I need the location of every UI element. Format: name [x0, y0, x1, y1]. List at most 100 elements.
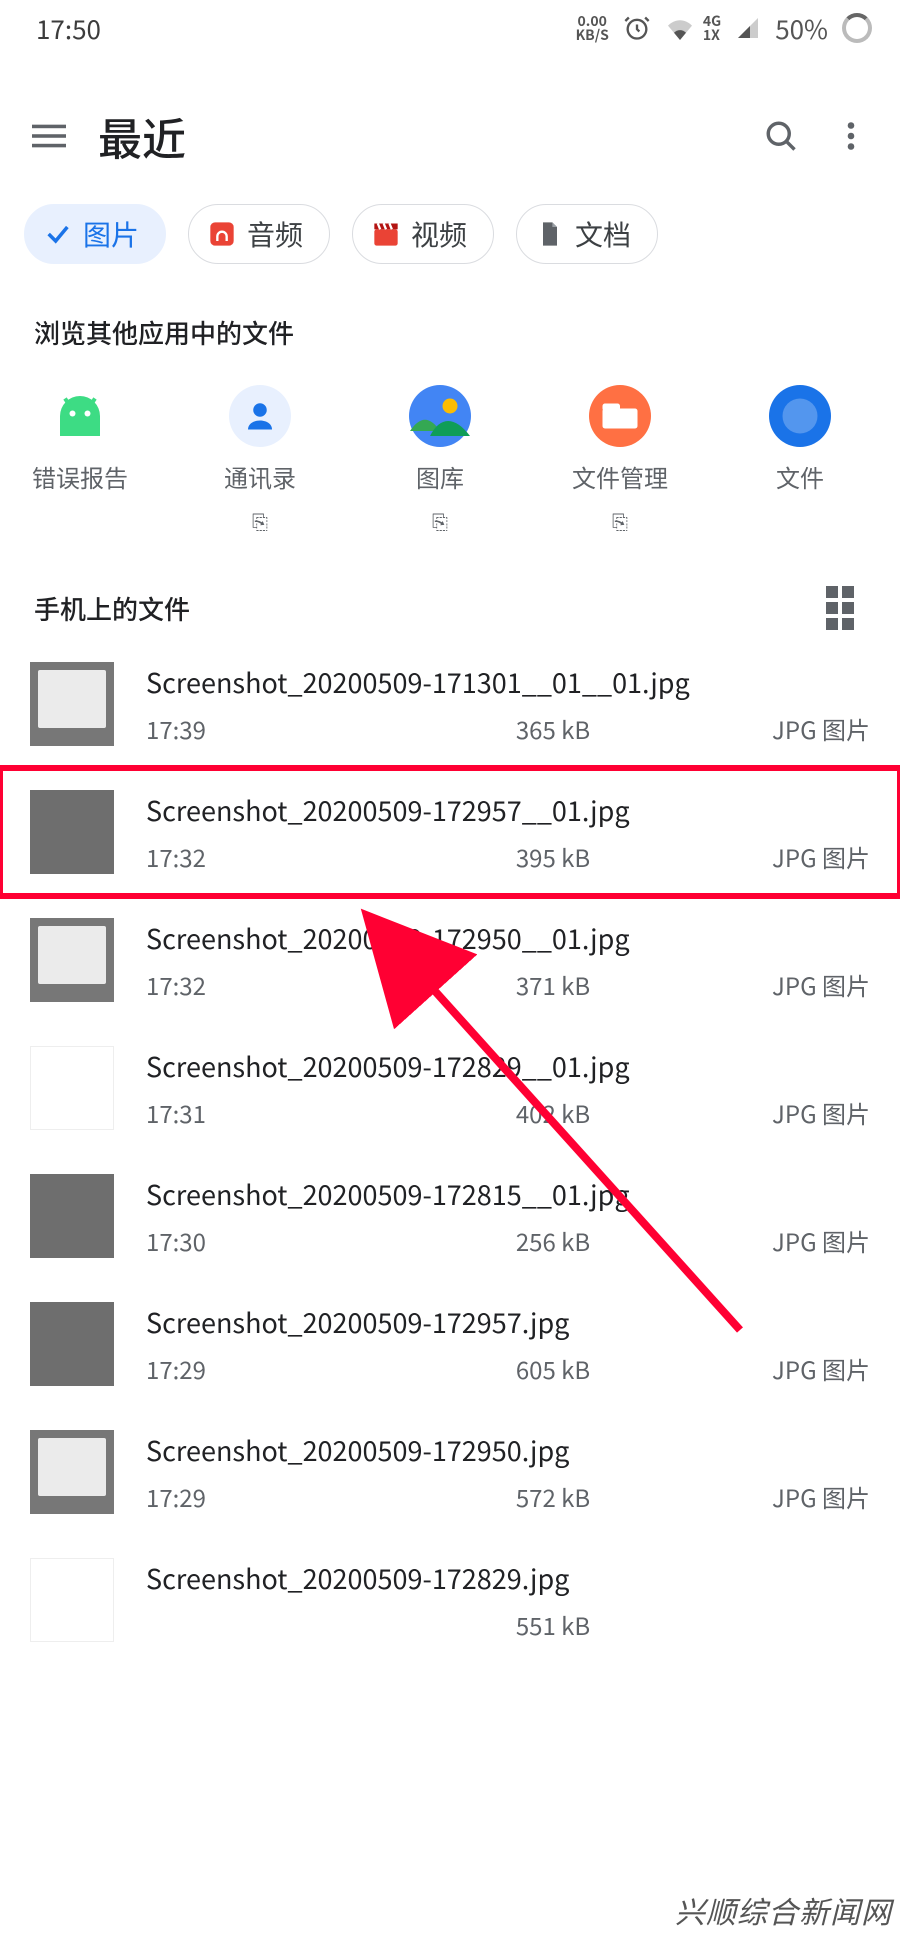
file-time: 17:32 [146, 839, 366, 874]
file-row[interactable]: Screenshot_20200509-172950.jpg 17:29572 k… [0, 1408, 900, 1536]
section-phone-files-label: 手机上的文件 [34, 590, 190, 627]
file-thumbnail [30, 1046, 114, 1130]
file-meta: Screenshot_20200509-172815__01.jpg 17:302… [146, 1174, 870, 1258]
file-time: 17:29 [146, 1479, 366, 1514]
file-size: 551 kB [366, 1607, 740, 1642]
alarm-icon [623, 14, 651, 42]
file-size: 256 kB [366, 1223, 740, 1258]
file-row[interactable]: Screenshot_20200509-172829__01.jpg17:314… [0, 1024, 900, 1152]
page-title: 最近 [98, 104, 186, 168]
section-phone-files: 手机上的文件 [0, 564, 900, 640]
app-source-files[interactable]: 文件 [710, 385, 890, 534]
watermark: 兴顺综合新闻网 [667, 1886, 900, 1934]
external-icon: ⎘ [432, 506, 448, 534]
file-type: JPG 图片 [740, 1223, 870, 1258]
file-type: JPG 图片 [740, 1479, 870, 1514]
external-icon: ⎘ [612, 506, 628, 534]
filter-chips: 图片 音频 视频 文档 [0, 186, 900, 292]
file-size: 605 kB [366, 1351, 740, 1386]
app-source-label: 通讯录 [224, 459, 296, 494]
app-bar: 最近 [0, 86, 900, 186]
file-type: JPG 图片 [740, 967, 870, 1002]
file-thumbnail [30, 1558, 114, 1642]
app-source-contacts[interactable]: 通讯录 ⎘ [170, 385, 350, 534]
file-time: 17:32 [146, 967, 366, 1002]
file-list: Screenshot_20200509-171301__01__01.jpg17… [0, 640, 900, 1664]
chip-docs-label: 文档 [575, 214, 631, 254]
file-type: JPG 图片 [740, 711, 870, 746]
file-time [146, 1607, 366, 1642]
app-source-filemanager[interactable]: 文件管理 ⎘ [530, 385, 710, 534]
file-type: JPG 图片 [740, 1351, 870, 1386]
app-source-label: 图库 [416, 459, 464, 494]
file-thumbnail [30, 1302, 114, 1386]
chip-docs[interactable]: 文档 [516, 204, 658, 264]
file-type: JPG 图片 [740, 839, 870, 874]
file-size: 402 kB [366, 1095, 740, 1130]
file-row[interactable]: Screenshot_20200509-172957.jpg17:29605 k… [0, 1280, 900, 1408]
app-sources-row[interactable]: 错误报告 通讯录 ⎘ 图库 ⎘ 文件管理 ⎘ 文件 [0, 361, 900, 564]
app-source-label: 错误报告 [32, 459, 128, 494]
chip-video[interactable]: 视频 [352, 204, 494, 264]
file-meta: Screenshot_20200509-172957.jpg17:29605 k… [146, 1302, 870, 1386]
signal-icon [735, 16, 761, 40]
network-type: 4G 1X [703, 14, 721, 42]
file-subline: 17:29572 kBJPG 图片 [146, 1479, 870, 1514]
file-type: JPG 图片 [740, 1095, 870, 1130]
chip-audio[interactable]: 音频 [188, 204, 330, 264]
file-subline: 17:32395 kBJPG 图片 [146, 839, 870, 874]
files-icon [769, 385, 831, 447]
file-size: 572 kB [366, 1479, 740, 1514]
app-source-bugreport[interactable]: 错误报告 [0, 385, 170, 534]
android-icon [49, 385, 111, 447]
file-size: 371 kB [366, 967, 740, 1002]
chip-audio-label: 音频 [247, 214, 303, 254]
file-subline: 17:30256 kBJPG 图片 [146, 1223, 870, 1258]
battery-ring-icon [842, 13, 872, 43]
file-row[interactable]: Screenshot_20200509-172950__01.jpg 17:323… [0, 896, 900, 1024]
wifi-icon [665, 16, 695, 40]
file-meta: Screenshot_20200509-172957__01.jpg 17:323… [146, 790, 870, 874]
file-meta: Screenshot_20200509-172950.jpg 17:29572 k… [146, 1430, 870, 1514]
file-time: 17:30 [146, 1223, 366, 1258]
check-icon [43, 219, 73, 249]
view-toggle-button[interactable] [826, 586, 866, 630]
file-name: Screenshot_20200509-172957__01.jpg [146, 790, 870, 829]
file-meta: Screenshot_20200509-172829__01.jpg17:314… [146, 1046, 870, 1130]
status-right: 0.00 KB/S 4G 1X 50% [576, 10, 872, 47]
file-name: Screenshot_20200509-172950.jpg [146, 1430, 870, 1469]
app-source-label: 文件管理 [572, 459, 668, 494]
status-time: 17:50 [36, 10, 101, 47]
file-thumbnail [30, 1430, 114, 1514]
chip-images[interactable]: 图片 [24, 204, 166, 264]
more-button[interactable] [816, 118, 886, 154]
file-row[interactable]: Screenshot_20200509-171301__01__01.jpg17… [0, 640, 900, 768]
network-speed: 0.00 KB/S [576, 14, 609, 42]
clapper-icon [371, 219, 401, 249]
file-row[interactable]: Screenshot_20200509-172957__01.jpg 17:323… [0, 768, 900, 896]
network-speed-unit: KB/S [576, 28, 609, 42]
gallery-icon [409, 385, 471, 447]
file-meta: Screenshot_20200509-172829.jpg 551 kB [146, 1558, 870, 1642]
app-source-label: 文件 [776, 459, 824, 494]
file-thumbnail [30, 790, 114, 874]
file-name: Screenshot_20200509-172950__01.jpg [146, 918, 870, 957]
file-row[interactable]: Screenshot_20200509-172815__01.jpg 17:302… [0, 1152, 900, 1280]
battery-percent: 50% [775, 10, 828, 47]
search-button[interactable] [746, 118, 816, 154]
contacts-icon [229, 385, 291, 447]
file-row[interactable]: Screenshot_20200509-172829.jpg 551 kB [0, 1536, 900, 1664]
file-time: 17:39 [146, 711, 366, 746]
chip-images-label: 图片 [83, 214, 139, 254]
file-thumbnail [30, 662, 114, 746]
network-type-bottom: 1X [703, 28, 721, 42]
file-subline: 551 kB [146, 1607, 870, 1642]
file-name: Screenshot_20200509-172815__01.jpg [146, 1174, 870, 1213]
file-time: 17:29 [146, 1351, 366, 1386]
file-subline: 17:31402 kBJPG 图片 [146, 1095, 870, 1130]
file-time: 17:31 [146, 1095, 366, 1130]
file-name: Screenshot_20200509-172829.jpg [146, 1558, 870, 1597]
menu-button[interactable] [14, 119, 84, 153]
file-size: 365 kB [366, 711, 740, 746]
app-source-gallery[interactable]: 图库 ⎘ [350, 385, 530, 534]
